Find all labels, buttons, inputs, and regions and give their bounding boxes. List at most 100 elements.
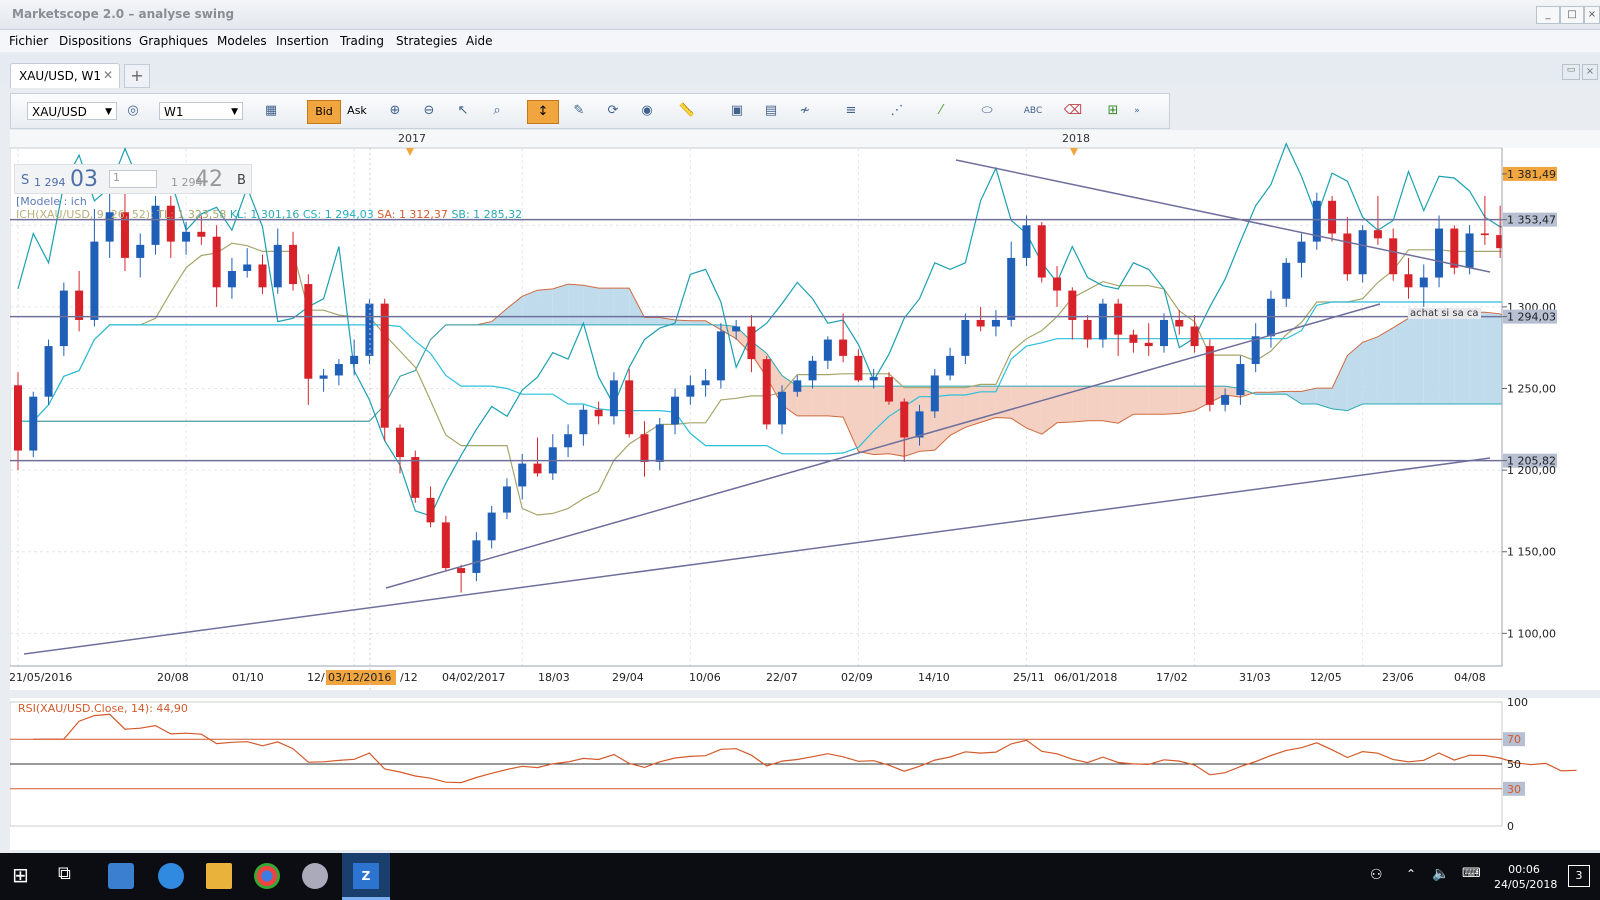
app-calculator-icon[interactable] <box>108 863 134 889</box>
date-label: 12/05 <box>1310 671 1342 684</box>
close-button[interactable]: × <box>1584 6 1600 24</box>
tab-chart[interactable]: XAU/USD, W1 ✕ <box>10 63 120 88</box>
chevron-down-icon: ▼ <box>231 107 238 117</box>
add-tab-button[interactable]: + <box>124 64 150 88</box>
menu-dispositions[interactable]: Dispositions <box>59 34 132 48</box>
menu-graphiques[interactable]: Graphiques <box>139 34 208 48</box>
date-label: 10/06 <box>689 671 721 684</box>
notification-icon[interactable]: 3 <box>1568 865 1590 887</box>
date-label: 02/09 <box>841 671 873 684</box>
price-label: 1 353,47 <box>1507 214 1556 227</box>
trendline-icon[interactable]: ⁄ <box>929 100 953 122</box>
chart-area[interactable]: 2017 2018 1 381,49 1 353,47 1 300,00 1 294,03… <box>10 130 1600 850</box>
file-explorer-icon[interactable] <box>206 863 232 889</box>
marketscope-icon: Z <box>353 863 379 889</box>
menu-fichier[interactable]: Fichier <box>9 34 48 48</box>
menu-modeles[interactable]: Modeles <box>217 34 267 48</box>
timeframe-select[interactable]: W1 ▼ <box>159 102 243 120</box>
task-view-icon[interactable]: ⧉ <box>58 863 84 889</box>
legend-tl: TL: 1 323,58 <box>157 208 227 221</box>
chart-type-icon[interactable]: ▦ <box>259 100 283 122</box>
lines-icon[interactable]: ≡ <box>839 100 863 122</box>
candle-body <box>59 290 68 347</box>
clock[interactable]: 00:06 24/05/2018 <box>1494 862 1557 892</box>
year-marker <box>406 148 414 156</box>
zoom-out-icon[interactable]: ⊖ <box>417 100 441 122</box>
cloud-segment <box>1102 386 1119 424</box>
candle-body <box>1053 277 1062 291</box>
marketscope-taskbar-button[interactable]: Z <box>342 853 390 900</box>
candle-body <box>1465 233 1474 268</box>
app-misc-icon[interactable] <box>302 863 328 889</box>
candle-body <box>1221 395 1230 405</box>
candle-body <box>304 284 313 379</box>
ellipse-icon[interactable]: ⬭ <box>975 100 999 122</box>
candle-body <box>1328 200 1337 234</box>
bid-button[interactable]: Bid <box>307 100 341 124</box>
globe-icon[interactable]: ◉ <box>635 100 659 122</box>
amount-input[interactable]: 1 <box>109 170 157 188</box>
sell-price-small[interactable]: 1 294 <box>34 176 66 189</box>
volume-icon[interactable]: 🔈 <box>1432 866 1449 882</box>
legend-sa: SA: 1 312,37 <box>377 208 448 221</box>
minimize-button[interactable]: _ <box>1536 6 1560 24</box>
crosshair-icon[interactable]: ↕ <box>527 100 559 124</box>
chrome-icon[interactable] <box>254 863 280 889</box>
chevron-down-icon: ▼ <box>105 107 112 117</box>
price-chart[interactable]: 2017 20181 381,491 353,471 300,001 294,03… <box>10 130 1600 850</box>
ruler-icon[interactable]: 📏 <box>675 100 699 122</box>
indicator-icon[interactable]: ≁ <box>793 100 817 122</box>
tab-close-icon[interactable]: ✕ <box>103 68 113 82</box>
candle-body <box>915 411 924 438</box>
menu-strategies[interactable]: Strategies <box>396 34 457 48</box>
start-icon[interactable]: ⊞ <box>12 863 38 889</box>
symbol-select[interactable]: XAU/USD ▼ <box>27 102 117 120</box>
image-icon[interactable]: ▣ <box>725 100 749 122</box>
date-label: 29/04 <box>612 671 644 684</box>
buy-price-big[interactable]: 42 <box>195 167 223 192</box>
template-icon[interactable]: ▤ <box>759 100 783 122</box>
falling-trendline <box>955 159 1491 273</box>
edit-chart-icon[interactable]: ✎ <box>567 100 591 122</box>
fan-icon[interactable]: ⋰ <box>885 100 909 122</box>
hierarchy-icon[interactable]: ⊞ <box>1101 100 1125 122</box>
candle-body <box>716 331 725 381</box>
menu-aide[interactable]: Aide <box>466 34 493 48</box>
zoom-in-icon[interactable]: ⊕ <box>383 100 407 122</box>
candle-body <box>502 486 511 513</box>
rising-trendline <box>385 303 1381 589</box>
rsi-legend: RSI(XAU/USD.Close, 14): 44,90 <box>18 702 188 715</box>
candle-body <box>701 380 710 386</box>
candle-body <box>609 380 618 417</box>
people-icon[interactable]: ⚇ <box>1370 867 1383 883</box>
annotation-label[interactable]: achat si sa ca <box>1408 308 1481 319</box>
panel-separator <box>10 690 1600 698</box>
year-strip <box>10 130 1600 148</box>
candle-body <box>1450 228 1459 268</box>
magnifier-icon[interactable]: ⌕ <box>485 100 509 122</box>
maximize-button[interactable]: □ <box>1560 6 1584 24</box>
text-icon[interactable]: ABC <box>1021 100 1045 122</box>
close-chart-icon[interactable]: × <box>1582 64 1598 80</box>
app-browser-icon[interactable] <box>158 863 184 889</box>
toolbar-overflow-icon[interactable]: » <box>1131 100 1143 122</box>
date-label: 17/02 <box>1156 671 1188 684</box>
cloud-segment <box>1393 318 1409 405</box>
candle-body <box>564 434 573 448</box>
menu-insertion[interactable]: Insertion <box>276 34 329 48</box>
keyboard-icon[interactable]: ⌨ <box>1462 866 1481 881</box>
cursor-icon[interactable]: ↖ <box>451 100 475 122</box>
candle-body <box>1343 233 1352 275</box>
candle-body <box>884 377 893 402</box>
ask-button[interactable]: Ask <box>341 100 373 122</box>
sell-price-big[interactable]: 03 <box>70 167 98 192</box>
eraser-icon[interactable]: ⌫ <box>1061 100 1085 122</box>
refresh-icon[interactable]: ⟳ <box>601 100 625 122</box>
cloud-segment <box>1087 386 1103 421</box>
date-label: 12/ <box>307 671 325 684</box>
chevron-up-icon[interactable]: ⌃ <box>1406 867 1416 881</box>
glasses-icon[interactable]: ◎ <box>121 100 145 122</box>
candle-body <box>579 409 588 435</box>
restore-chart-icon[interactable]: ▭ <box>1562 64 1580 80</box>
menu-trading[interactable]: Trading <box>340 34 384 48</box>
